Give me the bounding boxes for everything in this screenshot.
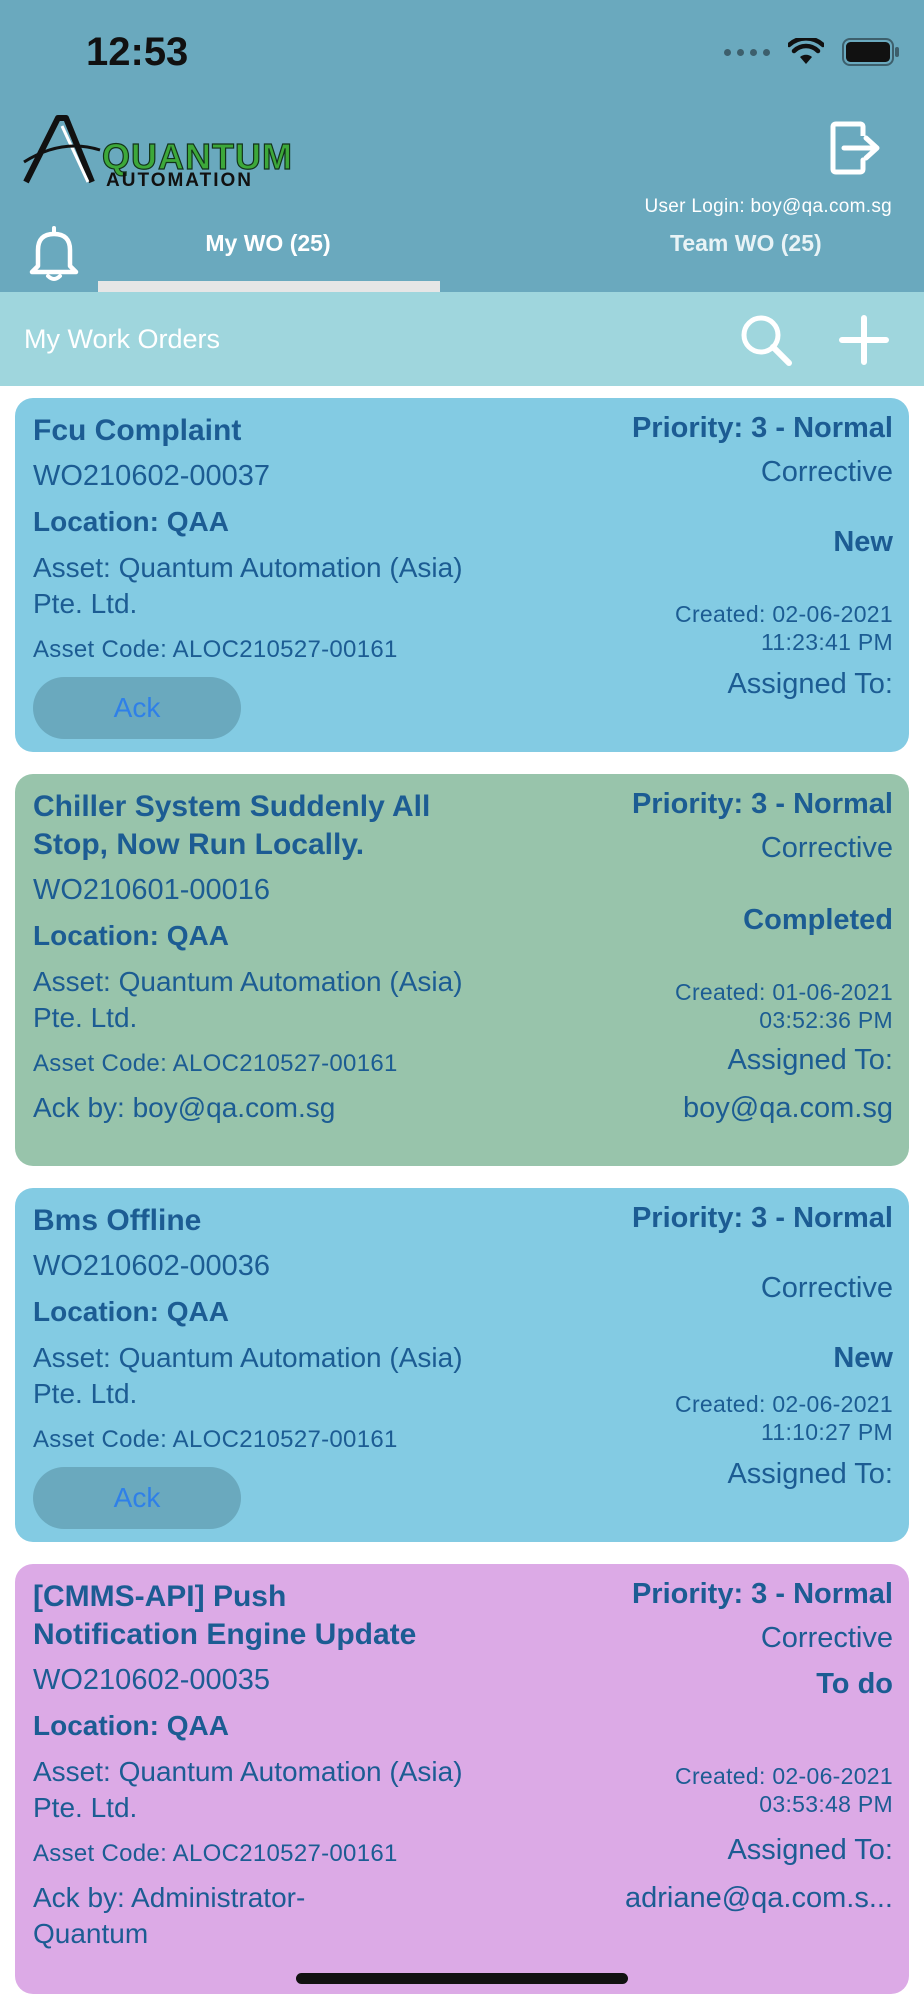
wo-number: WO210602-00035 — [33, 1664, 270, 1696]
wo-title-line: Notification Engine Update — [33, 1618, 417, 1651]
wo-type: Corrective — [760, 832, 893, 864]
logo-text-automation: AUTOMATION — [106, 170, 254, 191]
wo-location: Location: QAA — [33, 1710, 229, 1741]
tab-team-wo[interactable]: Team WO (25) — [580, 230, 920, 257]
wo-status: Completed — [743, 904, 893, 936]
wo-title: [CMMS-API] Push Notification Engine Updat… — [33, 1578, 416, 1654]
cellular-signal-icon — [724, 48, 770, 56]
wo-assigned-label: Assigned To: — [727, 1044, 893, 1076]
wo-created-time: 11:10:27 PM — [760, 1419, 893, 1445]
user-login-label: User Login: boy@qa.com.sg — [644, 196, 892, 217]
wo-title-line: [CMMS-API] Push — [33, 1580, 287, 1613]
active-tab-indicator — [98, 281, 440, 292]
wo-number: WO210602-00036 — [33, 1250, 270, 1282]
logout-icon[interactable] — [830, 120, 882, 176]
wo-location: Location: QAA — [33, 920, 229, 951]
wo-asset: Asset: Quantum Automation (Asia) Pte. Lt… — [33, 966, 463, 1033]
logo-mark-icon — [23, 115, 101, 184]
wo-assigned-label: Assigned To: — [727, 668, 893, 700]
search-icon[interactable] — [736, 310, 796, 370]
home-indicator[interactable] — [296, 1973, 628, 1984]
wo-title-line: Stop, Now Run Locally. — [33, 828, 365, 861]
wo-created-date: Created: 01-06-2021 — [675, 979, 893, 1005]
quantum-automation-logo: QUANTUM AUTOMATION — [22, 112, 322, 192]
status-time: 12:53 — [86, 30, 189, 74]
wo-created-date: Created: 02-06-2021 — [675, 1763, 893, 1789]
wo-asset-code: Asset Code: ALOC210527-00161 — [33, 1050, 398, 1077]
wo-asset-code: Asset Code: ALOC210527-00161 — [33, 1426, 398, 1453]
wo-assigned-label: Assigned To: — [727, 1834, 893, 1866]
wo-created: Created: 02-06-2021 03:53:48 PM — [593, 1762, 893, 1818]
wo-asset: Asset: Quantum Automation (Asia) Pte. Lt… — [33, 1342, 463, 1409]
wo-created: Created: 02-06-2021 11:10:27 PM — [593, 1390, 893, 1446]
wo-status: New — [833, 1342, 893, 1374]
page-title: My Work Orders — [24, 324, 221, 354]
wo-assigned-label: Assigned To: — [727, 1458, 893, 1490]
battery-icon — [842, 38, 899, 66]
wo-type: Corrective — [760, 1622, 893, 1654]
work-order-card[interactable]: [CMMS-API] Push Notification Engine Updat… — [15, 1564, 909, 1994]
wo-priority: Priority: 3 - Normal — [631, 412, 893, 444]
wo-title: Bms Offline — [33, 1204, 202, 1237]
wo-created-time: 11:23:41 PM — [760, 629, 893, 655]
wo-created-time: 03:52:36 PM — [759, 1007, 893, 1033]
wo-number: WO210602-00037 — [33, 460, 270, 492]
wo-created-date: Created: 02-06-2021 — [675, 601, 893, 627]
work-order-card[interactable]: Chiller System Suddenly All Stop, Now Run… — [15, 774, 909, 1166]
wo-created-date: Created: 02-06-2021 — [675, 1391, 893, 1417]
wo-priority: Priority: 3 - Normal — [631, 1202, 893, 1234]
wo-type: Corrective — [760, 456, 893, 488]
wo-assignee: boy@qa.com.sg — [683, 1092, 893, 1124]
wo-location: Location: QAA — [33, 1296, 229, 1327]
wo-asset-code: Asset Code: ALOC210527-00161 — [33, 1840, 398, 1867]
wo-created: Created: 01-06-2021 03:52:36 PM — [593, 978, 893, 1034]
ack-button[interactable]: Ack — [33, 677, 241, 739]
wo-created-time: 03:53:48 PM — [759, 1791, 893, 1817]
app-header: 12:53 QUANTUM AUTOMATION User Login: boy… — [0, 0, 924, 292]
wo-type: Corrective — [760, 1272, 893, 1304]
add-icon[interactable] — [836, 312, 892, 368]
wo-ack-by: Ack by: boy@qa.com.sg — [33, 1092, 336, 1123]
wo-priority: Priority: 3 - Normal — [631, 1578, 893, 1610]
wifi-icon — [788, 38, 824, 64]
wo-assignee: adriane@qa.com.s... — [624, 1882, 893, 1914]
wo-title: Chiller System Suddenly All Stop, Now Run… — [33, 788, 430, 864]
wo-location: Location: QAA — [33, 506, 229, 537]
wo-status: New — [833, 526, 893, 558]
ack-button[interactable]: Ack — [33, 1467, 241, 1529]
work-order-card[interactable]: Bms Offline WO210602-00036 Location: QAA… — [15, 1188, 909, 1542]
wo-asset: Asset: Quantum Automation (Asia) Pte. Lt… — [33, 552, 463, 619]
notification-bell-icon[interactable] — [28, 222, 80, 284]
wo-created: Created: 02-06-2021 11:23:41 PM — [593, 600, 893, 656]
wo-title: Fcu Complaint — [33, 414, 242, 447]
wo-asset-code: Asset Code: ALOC210527-00161 — [33, 636, 398, 663]
wo-number: WO210601-00016 — [33, 874, 270, 906]
wo-asset: Asset: Quantum Automation (Asia) Pte. Lt… — [33, 1756, 463, 1823]
wo-status: To do — [816, 1668, 893, 1700]
tab-my-wo[interactable]: My WO (25) — [98, 230, 438, 257]
work-order-card[interactable]: Fcu Complaint WO210602-00037 Location: Q… — [15, 398, 909, 752]
wo-ack-by: Ack by: Administrator-Quantum — [33, 1882, 306, 1949]
wo-priority: Priority: 3 - Normal — [631, 788, 893, 820]
status-icons — [724, 32, 900, 72]
list-toolbar: My Work Orders — [0, 292, 924, 386]
wo-title-line: Chiller System Suddenly All — [33, 790, 431, 823]
